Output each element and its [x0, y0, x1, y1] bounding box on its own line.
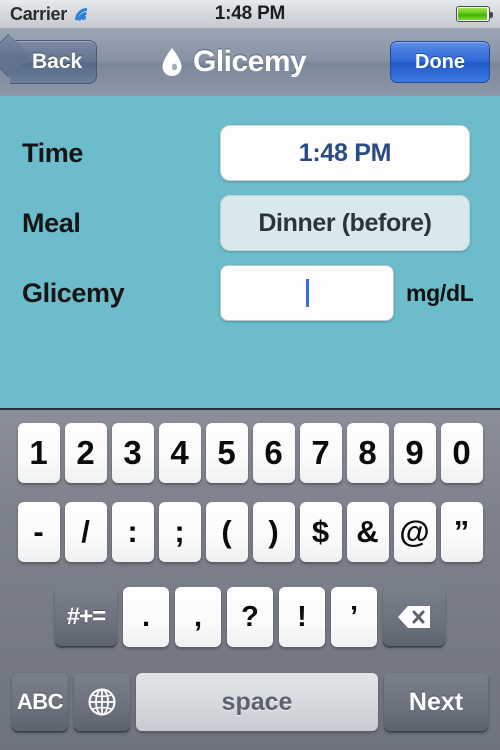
key-abc[interactable]: ABC	[12, 673, 68, 731]
key-9[interactable]: 9	[393, 423, 436, 483]
key-slash[interactable]: /	[64, 502, 107, 562]
meal-field[interactable]: Dinner (before)	[220, 195, 470, 251]
done-button[interactable]: Done	[390, 41, 490, 83]
key-paren-close[interactable]: )	[252, 502, 295, 562]
navigation-bar: Back Glicemy Done	[0, 28, 500, 97]
key-0[interactable]: 0	[440, 423, 483, 483]
page-title: Glicemy	[192, 45, 307, 78]
phone-screen: Carrier 1:48 PM Back Glicemy Done Time 1…	[0, 0, 500, 750]
key-5[interactable]: 5	[205, 423, 248, 483]
carrier-label: Carrier	[10, 3, 67, 24]
glicemy-input[interactable]	[220, 265, 394, 321]
globe-icon	[88, 688, 116, 716]
key-2[interactable]: 2	[64, 423, 107, 483]
glicemy-label: Glicemy	[22, 277, 125, 308]
status-bar-right	[340, 6, 500, 22]
key-3[interactable]: 3	[111, 423, 154, 483]
key-space[interactable]: space	[136, 673, 378, 731]
time-field[interactable]: 1:48 PM	[220, 125, 470, 181]
key-question[interactable]: ?	[227, 587, 273, 647]
keyboard-row-bottom: ABC space Next	[0, 660, 500, 744]
key-period[interactable]: .	[123, 587, 169, 647]
water-drop-icon	[161, 47, 183, 77]
on-screen-keyboard: 1 2 3 4 5 6 7 8 9 0 - / : ; ( ) $ & @ ” …	[0, 408, 500, 750]
text-caret	[305, 279, 309, 307]
time-value: 1:48 PM	[298, 138, 392, 167]
key-7[interactable]: 7	[299, 423, 342, 483]
time-label: Time	[22, 137, 83, 168]
status-bar-left: Carrier	[0, 3, 160, 37]
form-row-meal: Meal Dinner (before)	[0, 188, 500, 258]
key-1[interactable]: 1	[17, 423, 60, 483]
key-hyphen[interactable]: -	[17, 502, 60, 562]
key-dollar[interactable]: $	[299, 502, 342, 562]
key-backspace[interactable]	[383, 588, 445, 646]
keyboard-row-symbols: - / : ; ( ) $ & @ ”	[0, 490, 500, 574]
back-button-label: Back	[32, 50, 83, 73]
key-apostrophe[interactable]: ’	[331, 587, 377, 647]
key-quote-double[interactable]: ”	[440, 502, 483, 562]
key-ampersand[interactable]: &	[346, 502, 389, 562]
navigation-title-group: Glicemy	[77, 45, 390, 79]
meal-label: Meal	[22, 207, 81, 238]
key-semicolon[interactable]: ;	[158, 502, 201, 562]
status-bar-clock: 1:48 PM	[214, 3, 286, 24]
status-bar: Carrier 1:48 PM	[0, 0, 500, 37]
key-colon[interactable]: :	[111, 502, 154, 562]
key-paren-open[interactable]: (	[205, 502, 248, 562]
form-row-glicemy: Glicemy mg/dL	[0, 258, 500, 328]
key-6[interactable]: 6	[252, 423, 295, 483]
key-language[interactable]	[74, 673, 130, 731]
key-at[interactable]: @	[393, 502, 436, 562]
key-8[interactable]: 8	[346, 423, 389, 483]
done-button-label: Done	[415, 50, 465, 73]
key-next[interactable]: Next	[384, 673, 488, 731]
meal-value: Dinner (before)	[258, 208, 432, 237]
glicemy-unit-label: mg/dL	[406, 279, 474, 306]
back-button[interactable]: Back	[10, 40, 98, 84]
glicemy-form: Time 1:48 PM Meal Dinner (before) Glicem…	[0, 96, 500, 408]
key-more-symbols[interactable]: #+=	[55, 588, 117, 646]
battery-full-icon	[456, 6, 493, 22]
form-row-time: Time 1:48 PM	[0, 118, 500, 188]
keyboard-row-punctuation: #+= . , ? ! ’	[0, 574, 500, 660]
keyboard-row-numbers: 1 2 3 4 5 6 7 8 9 0	[0, 410, 500, 490]
backspace-icon	[398, 606, 430, 628]
wifi-icon	[69, 3, 104, 37]
key-4[interactable]: 4	[158, 423, 201, 483]
key-comma[interactable]: ,	[175, 587, 221, 647]
key-exclamation[interactable]: !	[279, 587, 325, 647]
